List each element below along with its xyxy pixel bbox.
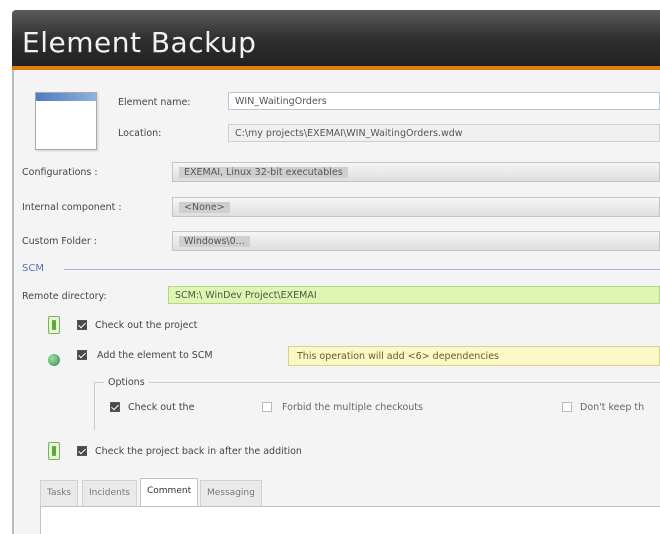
scm-globe-icon — [48, 354, 60, 366]
option-dont-keep-label: Don't keep th — [580, 402, 645, 413]
option-dont-keep-checkbox[interactable] — [562, 402, 572, 412]
location-field[interactable]: C:\my projects\EXEMAI\WIN_WaitingOrders.… — [228, 124, 660, 142]
scm-section-label: SCM — [22, 263, 44, 274]
remote-directory-field[interactable]: SCM:\ WinDev Project\EXEMAI — [168, 286, 660, 304]
add-element-label: Add the element to SCM — [97, 350, 213, 361]
scm-divider — [64, 269, 660, 270]
options-label: Options — [104, 377, 149, 388]
internal-component-label: Internal component : — [22, 202, 122, 213]
tab-messaging[interactable]: Messaging — [200, 480, 262, 506]
internal-component-value: <None> — [179, 202, 230, 213]
internal-component-dropdown[interactable]: <None> — [172, 197, 660, 217]
dependencies-note: This operation will add <6> dependencies — [288, 346, 660, 366]
custom-folder-dropdown[interactable]: Windows\0... — [172, 231, 660, 251]
custom-folder-label: Custom Folder : — [22, 236, 97, 247]
check-out-project-label: Check out the project — [95, 320, 198, 331]
option-forbid-multiple-checkbox[interactable] — [262, 402, 272, 412]
remote-directory-label: Remote directory: — [22, 291, 107, 302]
title-bar: Element Backup — [12, 10, 660, 70]
option-check-out-label: Check out the — [128, 402, 195, 413]
checkin-doc-icon — [48, 442, 60, 460]
check-back-in-checkbox[interactable] — [77, 446, 87, 456]
configurations-dropdown[interactable]: EXEMAI, Linux 32-bit executables — [172, 162, 660, 182]
tab-comment[interactable]: Comment — [140, 478, 199, 506]
checkout-doc-icon — [48, 316, 60, 334]
configurations-label: Configurations : — [22, 167, 98, 178]
check-back-in-label: Check the project back in after the addi… — [95, 446, 302, 457]
configurations-value: EXEMAI, Linux 32-bit executables — [179, 167, 348, 178]
element-name-label: Element name: — [118, 97, 191, 108]
check-out-project-checkbox[interactable] — [77, 320, 87, 330]
custom-folder-value: Windows\0... — [179, 236, 250, 247]
window-element-icon — [35, 92, 97, 150]
tab-tasks[interactable]: Tasks — [40, 480, 79, 506]
add-element-checkbox[interactable] — [77, 350, 87, 360]
comment-panel[interactable] — [40, 506, 660, 534]
element-name-field[interactable]: WIN_WaitingOrders — [228, 92, 660, 110]
option-forbid-multiple-label: Forbid the multiple checkouts — [282, 402, 423, 413]
location-label: Location: — [118, 128, 162, 139]
window-title: Element Backup — [22, 26, 257, 59]
tab-incidents[interactable]: Incidents — [82, 480, 137, 506]
option-check-out-checkbox[interactable] — [110, 402, 120, 412]
